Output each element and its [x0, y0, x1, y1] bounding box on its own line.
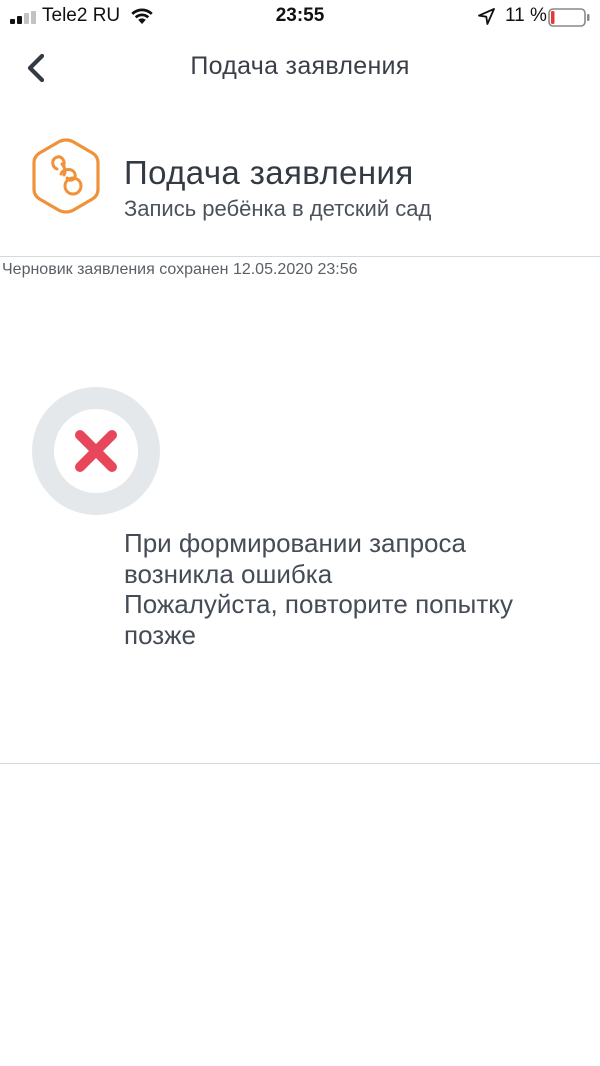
error-line: возникла ошибка: [124, 558, 333, 589]
divider: [0, 763, 600, 764]
battery-icon: [548, 8, 590, 27]
error-line: Пожалуйста, повторите попытку: [124, 589, 513, 619]
error-message: При формировании запроса возникла ошибка…: [124, 528, 584, 650]
screen: Tele2 RU 23:55 11 % Подача заявления Под…: [0, 0, 600, 1066]
service-title: Подача заявления: [124, 154, 414, 191]
error-cross-icon: [32, 387, 160, 515]
navigation-bar: Подача заявления: [0, 36, 600, 100]
draft-saved-note: Черновик заявления сохранен 12.05.2020 2…: [2, 261, 358, 278]
battery-percent: 11 %: [505, 5, 547, 26]
error-line: позже: [124, 619, 197, 650]
status-bar: Tele2 RU 23:55 11 %: [0, 0, 600, 34]
nav-title: Подача заявления: [190, 52, 410, 80]
location-arrow-icon: [478, 8, 495, 25]
service-header: Подача заявления Запись ребёнка в детски…: [0, 132, 600, 232]
service-subtitle: Запись ребёнка в детский сад: [124, 196, 432, 221]
error-line: При формировании запроса: [124, 528, 466, 558]
pacifier-icon: [32, 138, 100, 214]
divider: [0, 256, 600, 257]
